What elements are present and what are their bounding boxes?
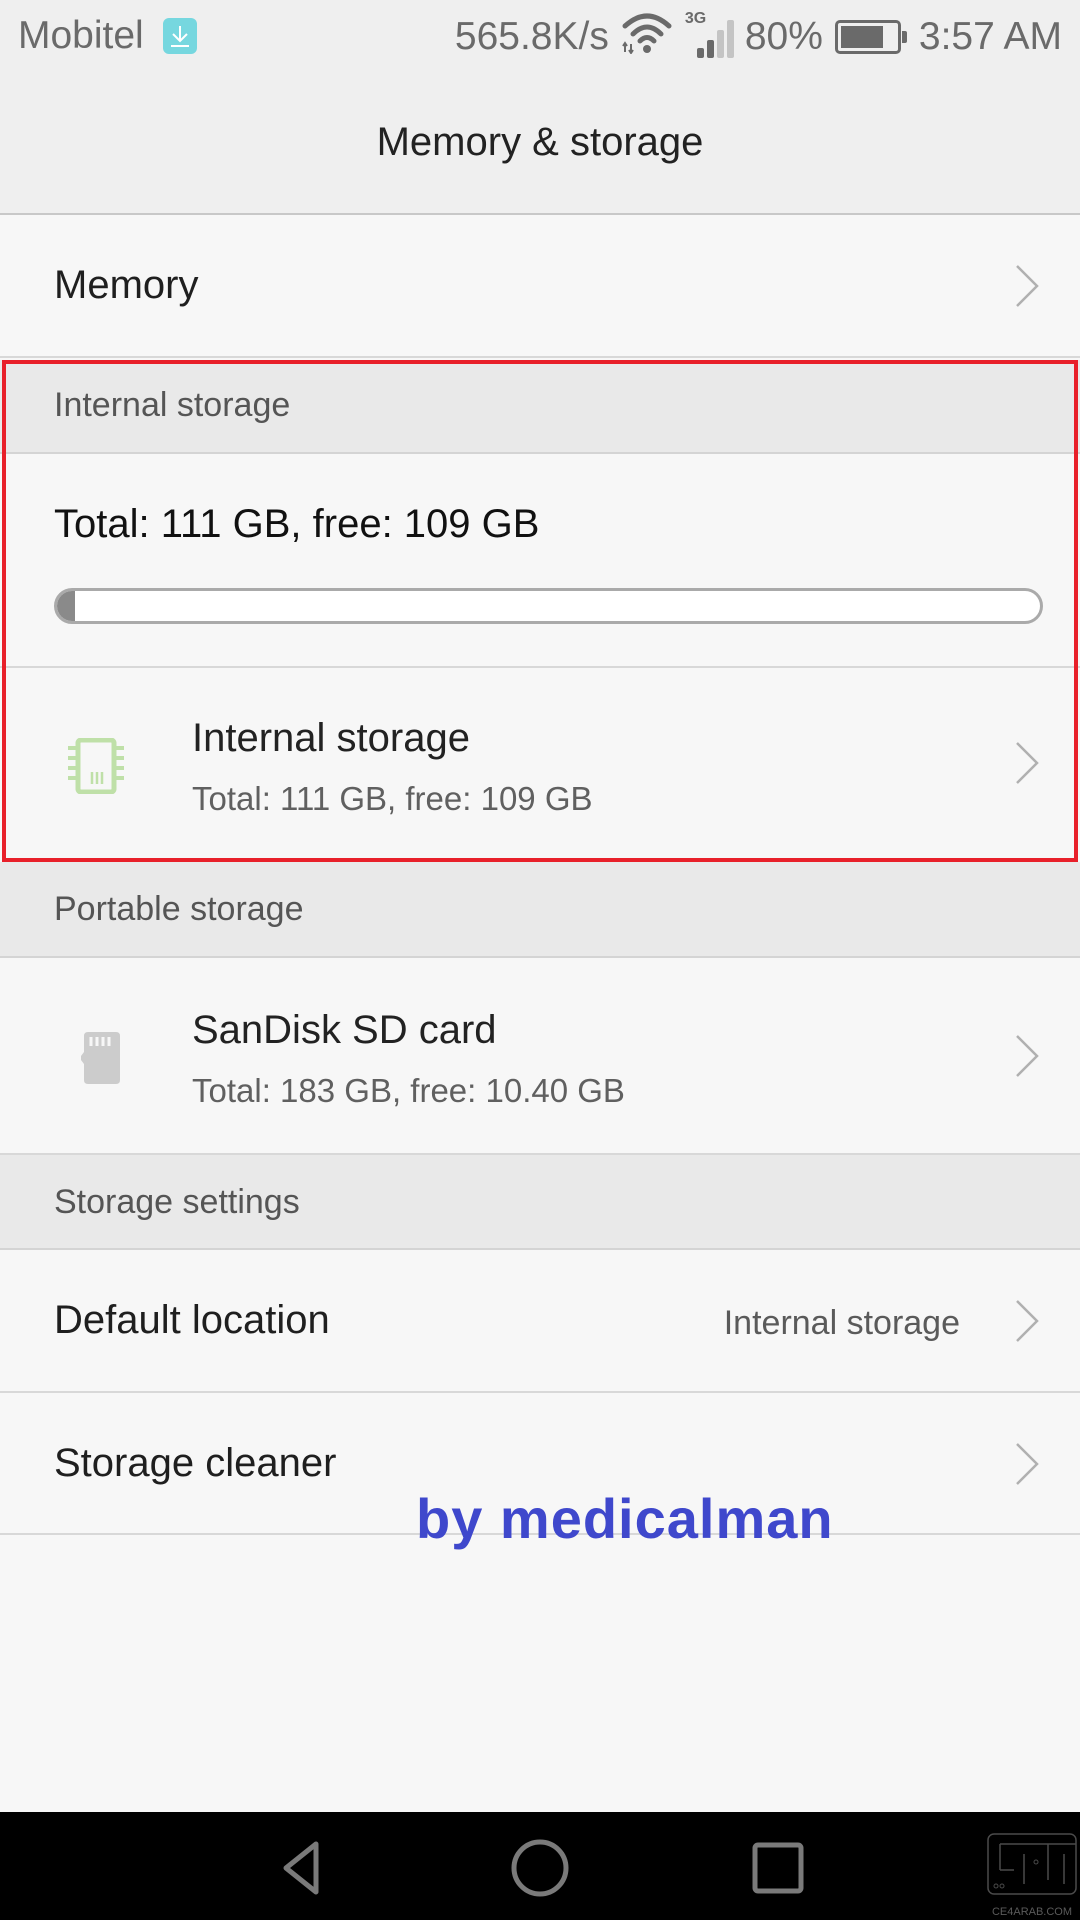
storage-usage-fill — [57, 591, 75, 621]
site-logo-icon — [987, 1833, 1077, 1895]
internal-storage-device-row[interactable]: Internal storage Total: 111 GB, free: 10… — [0, 668, 1080, 862]
chevron-right-icon — [1016, 265, 1039, 307]
sd-card-icon — [81, 1032, 120, 1084]
title-bar: Memory & storage — [0, 72, 1080, 215]
storage-usage-bar — [54, 588, 1043, 624]
page-title: Memory & storage — [376, 120, 704, 164]
network-type: 3G — [684, 10, 707, 27]
recents-button-icon[interactable] — [748, 1838, 808, 1898]
chip-icon — [68, 738, 124, 794]
author-watermark: by medicalman — [416, 1487, 834, 1550]
clock: 3:57 AM — [918, 15, 1062, 58]
wifi-icon — [621, 10, 673, 64]
site-watermark-logo: CE4ARAB.COM — [984, 1832, 1080, 1920]
default-location-value: Internal storage — [723, 1304, 960, 1342]
device-title: SanDisk SD card — [192, 1008, 497, 1052]
storage-cleaner-label: Storage cleaner — [54, 1441, 337, 1485]
chevron-right-icon — [1016, 1443, 1039, 1485]
internal-storage-summary: Total: 111 GB, free: 109 GB — [0, 454, 1080, 668]
default-location-label: Default location — [54, 1298, 330, 1342]
status-bar: Mobitel 565.8K/s 3G 80% 3:57 AM — [0, 0, 1080, 72]
device-subtitle: Total: 183 GB, free: 10.40 GB — [192, 1072, 625, 1109]
device-subtitle: Total: 111 GB, free: 109 GB — [192, 780, 593, 817]
section-header-label: Portable storage — [54, 890, 304, 928]
cellular-signal-icon: 3G — [685, 10, 734, 60]
section-header-portable-storage: Portable storage — [0, 862, 1080, 958]
back-button-icon[interactable] — [272, 1838, 332, 1898]
memory-label: Memory — [54, 263, 199, 307]
carrier-name: Mobitel — [18, 14, 144, 57]
device-title: Internal storage — [192, 716, 470, 760]
home-button-icon[interactable] — [510, 1838, 570, 1898]
chevron-right-icon — [1016, 1035, 1039, 1077]
network-speed: 565.8K/s — [454, 15, 609, 58]
battery-percent: 80% — [744, 15, 823, 58]
chevron-right-icon — [1016, 742, 1039, 784]
navigation-bar — [0, 1812, 1080, 1920]
battery-icon — [834, 20, 907, 54]
section-header-label: Storage settings — [54, 1183, 300, 1221]
sd-card-row[interactable]: SanDisk SD card Total: 183 GB, free: 10.… — [0, 958, 1080, 1155]
section-header-storage-settings: Storage settings — [0, 1155, 1080, 1250]
download-notification-icon — [163, 18, 197, 54]
default-location-row[interactable]: Default location Internal storage — [0, 1250, 1080, 1393]
memory-row[interactable]: Memory — [0, 215, 1080, 358]
chevron-right-icon — [1016, 1300, 1039, 1342]
section-header-internal-storage: Internal storage — [0, 360, 1080, 454]
section-header-label: Internal storage — [54, 386, 291, 424]
storage-summary-text: Total: 111 GB, free: 109 GB — [54, 502, 540, 546]
site-watermark-text: CE4ARAB.COM — [991, 1906, 1073, 1918]
